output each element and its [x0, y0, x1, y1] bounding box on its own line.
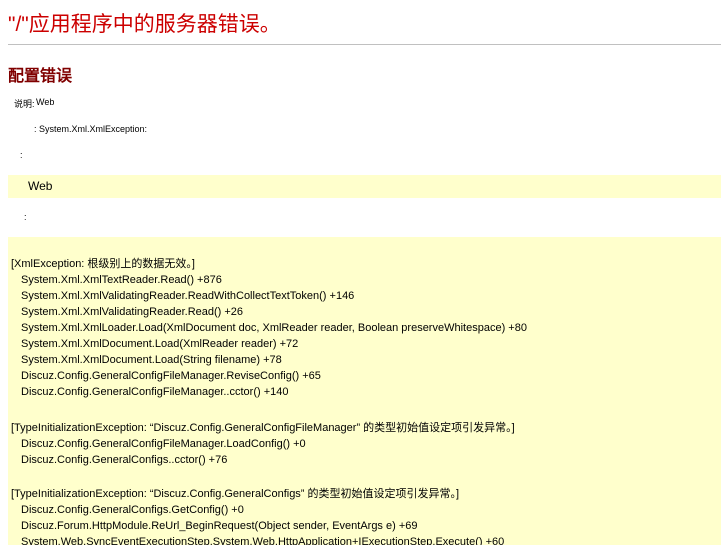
stack-frame: System.Xml.XmlDocument.Load(String filen… [21, 354, 282, 366]
stack-trace-box: [XmlException: 根级别上的数据无效。] System.Xml.Xm… [8, 237, 721, 545]
title-divider [8, 44, 721, 45]
description-label: 说明: [14, 99, 35, 109]
stack-trace-label: : [24, 212, 27, 222]
source-error-box: Web [8, 175, 721, 198]
stack-frame: System.Xml.XmlValidatingReader.ReadWithC… [21, 290, 355, 302]
stack-frame: Discuz.Config.GeneralConfigFileManager.L… [21, 438, 306, 450]
stack-frame: Discuz.Config.GeneralConfigs.GetConfig()… [21, 504, 244, 516]
stack-frame: System.Xml.XmlLoader.Load(XmlDocument do… [21, 322, 527, 334]
page-title: "/"应用程序中的服务器错误。 [8, 13, 281, 36]
error-subtitle: 配置错误 [8, 68, 73, 85]
source-error-text: Web [28, 179, 53, 193]
stack-frame: System.Xml.XmlDocument.Load(XmlReader re… [21, 338, 299, 350]
stack-frame: Discuz.Config.GeneralConfigFileManager..… [21, 386, 289, 398]
exception-details: : System.Xml.XmlException: [34, 124, 148, 134]
stack-group-header: [TypeInitializationException: “Discuz.Co… [11, 488, 460, 500]
stack-frame: Discuz.Forum.HttpModule.ReUrl_BeginReque… [21, 520, 418, 532]
source-error-label: : [20, 150, 23, 160]
stack-frame: System.Xml.XmlValidatingReader.Read() +2… [21, 306, 244, 318]
stack-frame: Discuz.Config.GeneralConfigs..cctor() +7… [21, 454, 228, 466]
stack-group-header: [XmlException: 根级别上的数据无效。] [11, 258, 195, 270]
stack-frame: System.Xml.XmlTextReader.Read() +876 [21, 274, 222, 286]
stack-frame: Discuz.Config.GeneralConfigFileManager.R… [21, 370, 321, 382]
stack-frame: System.Web.SyncEventExecutionStep.System… [21, 536, 505, 545]
description-value: Web [36, 97, 55, 107]
stack-group-header: [TypeInitializationException: “Discuz.Co… [11, 422, 515, 434]
